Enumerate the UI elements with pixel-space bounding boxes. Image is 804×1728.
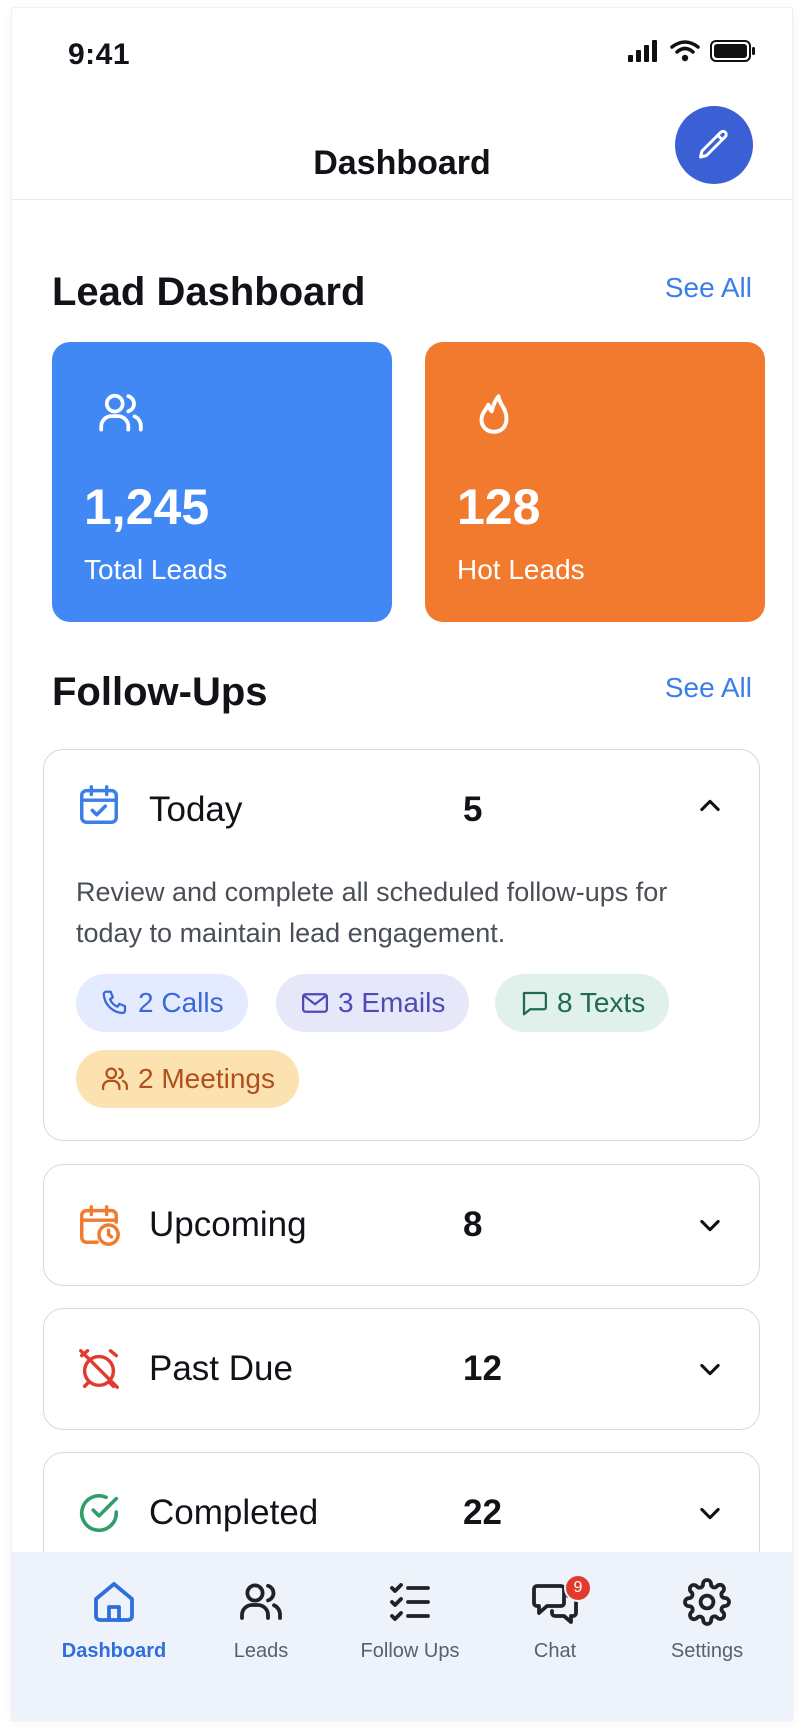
follow-up-upcoming-count: 8 xyxy=(463,1205,483,1244)
gear-icon xyxy=(683,1578,731,1626)
nav-label-dashboard: Dashboard xyxy=(61,1640,167,1662)
chevron-down-icon xyxy=(700,1363,720,1376)
follow-up-upcoming-card[interactable]: Upcoming 8 xyxy=(43,1164,760,1286)
alarm-off-icon xyxy=(79,1349,119,1389)
home-icon xyxy=(94,1582,134,1622)
status-icons xyxy=(628,40,756,62)
nav-item-chat[interactable]: 9 Chat xyxy=(480,1574,630,1663)
calls-chip-label: 2 Calls xyxy=(138,987,224,1018)
follow-up-past-due-card[interactable]: Past Due 12 xyxy=(43,1308,760,1430)
follow-up-today-card: Today 5 Review and complete all schedule… xyxy=(43,749,760,1141)
hot-leads-label: Hot Leads xyxy=(457,554,585,585)
signal-icon xyxy=(628,40,657,62)
follow-ups-see-all-link[interactable]: See All xyxy=(665,672,752,704)
chevron-down-icon xyxy=(700,1507,720,1520)
chat-badge: 9 xyxy=(564,1574,592,1602)
follow-up-today-label: Today xyxy=(149,790,243,829)
app-header: Dashboard xyxy=(12,88,792,200)
phone-icon xyxy=(102,990,127,1015)
lead-dashboard-title: Lead Dashboard xyxy=(52,270,366,314)
check-circle-icon xyxy=(79,1493,119,1533)
texts-chip-label: 8 Texts xyxy=(557,987,646,1018)
calendar-clock-icon xyxy=(80,1205,120,1246)
flame-icon xyxy=(479,394,509,434)
total-leads-card[interactable]: 1,245 Total Leads xyxy=(52,342,392,622)
total-leads-label: Total Leads xyxy=(84,554,228,585)
status-time: 9:41 xyxy=(68,38,131,71)
texts-chip[interactable]: 8 Texts xyxy=(495,974,670,1032)
chevron-up-icon xyxy=(700,799,720,812)
follow-up-past-due-count: 12 xyxy=(463,1349,502,1388)
emails-chip-label: 3 Emails xyxy=(338,987,446,1018)
users-icon xyxy=(102,1067,129,1091)
wifi-icon xyxy=(670,40,700,62)
edit-button[interactable] xyxy=(675,106,753,184)
total-leads-value: 1,245 xyxy=(84,479,210,535)
calendar-check-icon xyxy=(80,785,118,824)
follow-up-completed-label: Completed xyxy=(149,1493,319,1532)
meetings-chip[interactable]: 2 Meetings xyxy=(76,1050,299,1108)
nav-label-leads: Leads xyxy=(233,1640,289,1662)
nav-label-follow-ups: Follow Ups xyxy=(360,1640,460,1662)
status-bar: 9:41 xyxy=(12,8,792,88)
pencil-icon xyxy=(699,129,728,159)
follow-up-past-due-label: Past Due xyxy=(149,1349,293,1388)
follow-up-today-description: Review and complete all scheduled follow… xyxy=(76,877,668,948)
bottom-nav: Dashboard Leads Follow Ups 9 Chat Settin… xyxy=(12,1552,792,1720)
nav-item-leads[interactable]: Leads xyxy=(186,1578,336,1663)
nav-label-chat: Chat xyxy=(533,1640,577,1662)
follow-up-completed-count: 22 xyxy=(463,1493,502,1532)
nav-item-settings[interactable]: Settings xyxy=(632,1578,782,1663)
mail-icon xyxy=(302,993,328,1013)
users-icon xyxy=(240,1583,282,1620)
calls-chip[interactable]: 2 Calls xyxy=(76,974,248,1032)
follow-ups-title: Follow-Ups xyxy=(52,670,268,714)
nav-label-settings: Settings xyxy=(670,1640,744,1662)
follow-up-upcoming-label: Upcoming xyxy=(149,1205,307,1244)
battery-icon xyxy=(710,40,755,62)
follow-up-today-count: 5 xyxy=(463,790,483,829)
message-icon xyxy=(522,991,547,1016)
emails-chip[interactable]: 3 Emails xyxy=(276,974,470,1032)
meetings-chip-label: 2 Meetings xyxy=(138,1063,275,1094)
follow-up-today-header[interactable]: Today 5 xyxy=(44,750,758,860)
hot-leads-card[interactable]: 128 Hot Leads xyxy=(425,342,765,622)
phone-screen: 9:41 Dashboard Lead Dashboard See All 1,… xyxy=(12,8,792,1720)
lead-dashboard-see-all-link[interactable]: See All xyxy=(665,272,752,304)
users-icon xyxy=(99,393,143,432)
nav-item-follow-ups[interactable]: Follow Ups xyxy=(335,1578,485,1663)
list-check-icon xyxy=(390,1583,430,1621)
chevron-down-icon xyxy=(700,1219,720,1232)
hot-leads-value: 128 xyxy=(457,479,541,535)
nav-item-dashboard[interactable]: Dashboard xyxy=(39,1578,189,1663)
